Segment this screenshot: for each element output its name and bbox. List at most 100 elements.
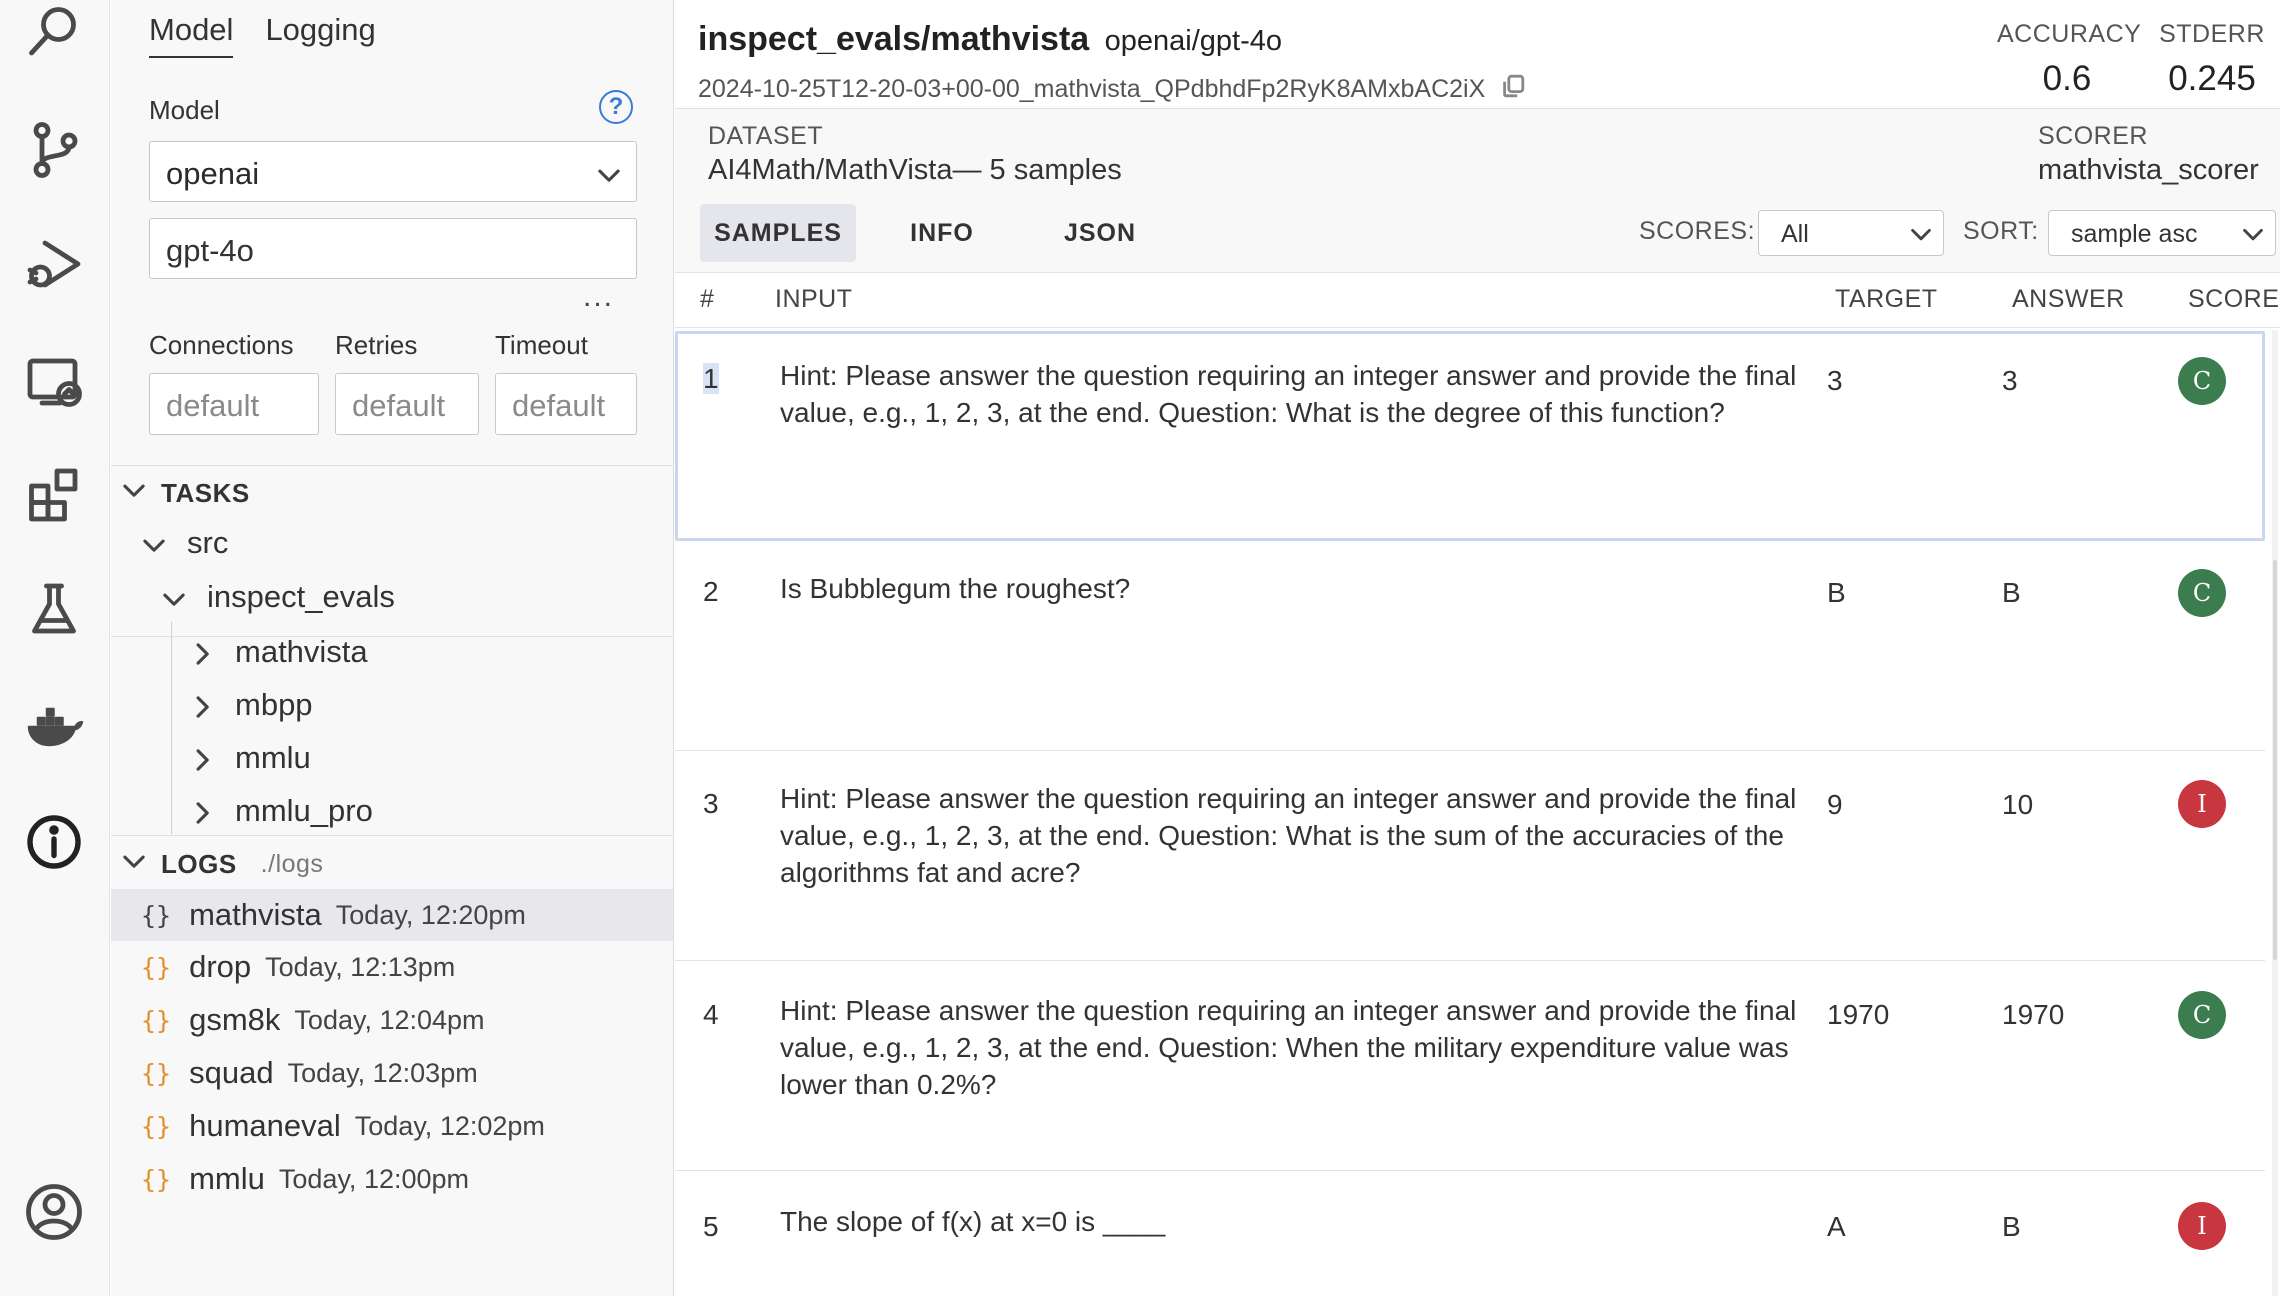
- logs-path: ./logs: [260, 850, 324, 878]
- connections-input[interactable]: default: [149, 373, 319, 435]
- chevron-down-icon: [596, 160, 622, 186]
- sample-answer: B: [2002, 577, 2021, 608]
- sample-answer: 3: [2002, 365, 2018, 396]
- sort-label: SORT:: [1963, 217, 2039, 245]
- metric-label: ACCURACY: [1997, 20, 2142, 48]
- tree-folder-label: src: [187, 525, 229, 560]
- docker-icon[interactable]: [22, 693, 86, 757]
- sample-input: Is Bubblegum the roughest?: [780, 573, 1131, 604]
- json-braces-icon: {}: [141, 1005, 172, 1035]
- tree-item-mmlu[interactable]: mmlu: [189, 740, 311, 776]
- score-badge-correct: C: [2178, 569, 2226, 617]
- log-item-humaneval[interactable]: {} humaneval Today, 12:02pm: [111, 1100, 673, 1152]
- eval-task-name: inspect_evals/mathvista: [698, 20, 1090, 58]
- sample-target: 1970: [1827, 999, 1890, 1030]
- scrollbar-thumb[interactable]: [2273, 560, 2277, 960]
- log-name: mathvista: [189, 897, 322, 932]
- metric-value: 0.6: [2042, 59, 2092, 98]
- log-item-gsm8k[interactable]: {} gsm8k Today, 12:04pm: [111, 994, 673, 1046]
- eval-model-name: openai/gpt-4o: [1104, 25, 1283, 57]
- retries-input[interactable]: default: [335, 373, 479, 435]
- tasks-section-header[interactable]: TASKS: [121, 477, 250, 510]
- logs-header-label: LOGS: [161, 849, 237, 879]
- score-badge-incorrect: I: [2178, 780, 2226, 828]
- tab-model[interactable]: Model: [149, 12, 234, 58]
- divider: [675, 327, 2280, 328]
- divider: [111, 465, 674, 466]
- tab-json[interactable]: JSON: [1025, 204, 1175, 262]
- more-options-button[interactable]: ...: [583, 280, 614, 314]
- source-control-icon[interactable]: [22, 118, 86, 182]
- tree-folder-label: inspect_evals: [207, 579, 395, 614]
- log-item-mmlu[interactable]: {} mmlu Today, 12:00pm: [111, 1153, 673, 1205]
- sample-number-text: 1: [703, 363, 719, 394]
- search-icon[interactable]: [22, 0, 86, 64]
- log-name: humaneval: [189, 1108, 341, 1143]
- log-time: Today, 12:04pm: [294, 1004, 485, 1035]
- json-braces-icon: {}: [141, 1164, 172, 1194]
- sample-number: 3: [703, 788, 719, 819]
- tree-item-label: mmlu_pro: [235, 793, 373, 828]
- log-item-mathvista[interactable]: {} mathvista Today, 12:20pm: [111, 889, 673, 941]
- chevron-right-icon: [189, 692, 215, 718]
- chevron-down-icon: [141, 530, 167, 556]
- extensions-icon[interactable]: [22, 463, 86, 527]
- score-badge-correct: C: [2178, 991, 2226, 1039]
- log-item-drop[interactable]: {} drop Today, 12:13pm: [111, 941, 673, 993]
- sample-number: 2: [703, 576, 719, 607]
- provider-select[interactable]: openai: [149, 141, 637, 202]
- sort-select[interactable]: sample asc: [2048, 210, 2276, 256]
- sample-input: Hint: Please answer the question requiri…: [780, 360, 1797, 428]
- timeout-input[interactable]: default: [495, 373, 637, 435]
- tree-item-mmlu-pro[interactable]: mmlu_pro: [189, 793, 373, 829]
- log-name: squad: [189, 1055, 274, 1090]
- main-panel: inspect_evals/mathvista openai/gpt-4o 2 0…: [675, 0, 2280, 1296]
- sample-answer: B: [2002, 1211, 2021, 1242]
- run-debug-icon[interactable]: [22, 232, 86, 296]
- log-item-squad[interactable]: {} squad Today, 12:03pm: [111, 1047, 673, 1099]
- tree-folder-inspect-evals[interactable]: inspect_evals: [161, 579, 395, 615]
- metric-stderr: STDERR 0.245: [2157, 20, 2267, 99]
- logs-section-header[interactable]: LOGS ./logs: [121, 848, 323, 881]
- sample-input: Hint: Please answer the question requiri…: [780, 995, 1797, 1100]
- tree-item-mathvista[interactable]: mathvista: [189, 634, 368, 670]
- column-header-input: INPUT: [775, 285, 853, 313]
- chevron-down-icon: [2241, 222, 2265, 246]
- scores-filter-select[interactable]: All: [1758, 210, 1944, 256]
- metric-value: 0.245: [2168, 59, 2256, 98]
- chevron-down-icon: [1909, 222, 1933, 246]
- copy-icon[interactable]: [1499, 72, 1527, 107]
- chevron-right-icon: [189, 639, 215, 665]
- log-name: drop: [189, 949, 252, 984]
- side-panel-tabs: Model Logging: [149, 12, 376, 58]
- provider-value: openai: [166, 156, 260, 191]
- tree-folder-src[interactable]: src: [141, 525, 228, 561]
- testing-icon[interactable]: [22, 578, 86, 642]
- sample-number: 4: [703, 999, 719, 1030]
- activity-bar: [0, 0, 110, 1296]
- tree-item-label: mathvista: [235, 634, 368, 669]
- log-time: Today, 12:20pm: [335, 899, 526, 930]
- log-name: gsm8k: [189, 1002, 281, 1037]
- json-braces-icon: {}: [141, 1058, 172, 1088]
- tree-item-mbpp[interactable]: mbpp: [189, 687, 313, 723]
- info-icon[interactable]: [22, 810, 86, 874]
- tab-info[interactable]: INFO: [875, 204, 1009, 262]
- column-header-score: SCORE: [2188, 285, 2280, 313]
- tab-samples[interactable]: SAMPLES: [700, 204, 856, 262]
- scores-filter-label: SCORES:: [1639, 217, 1756, 245]
- side-panel: Model Logging Model ? openai gpt-4o ... …: [111, 0, 674, 1296]
- log-name: mmlu: [189, 1161, 265, 1196]
- scorer-label: SCORER: [2038, 122, 2148, 150]
- sample-input: The slope of f(x) at x=0 is ____: [780, 1206, 1166, 1237]
- sample-number: 1: [703, 360, 719, 397]
- tasks-header-label: TASKS: [161, 478, 250, 508]
- tab-logging[interactable]: Logging: [265, 12, 375, 58]
- sample-number: 5: [703, 1211, 719, 1242]
- help-icon[interactable]: ?: [599, 90, 633, 124]
- account-icon[interactable]: [22, 1180, 86, 1244]
- column-header-answer: ANSWER: [2012, 285, 2125, 313]
- remote-explorer-icon[interactable]: [22, 350, 86, 414]
- model-name-input[interactable]: gpt-4o: [149, 218, 637, 279]
- tree-item-label: mmlu: [235, 740, 311, 775]
